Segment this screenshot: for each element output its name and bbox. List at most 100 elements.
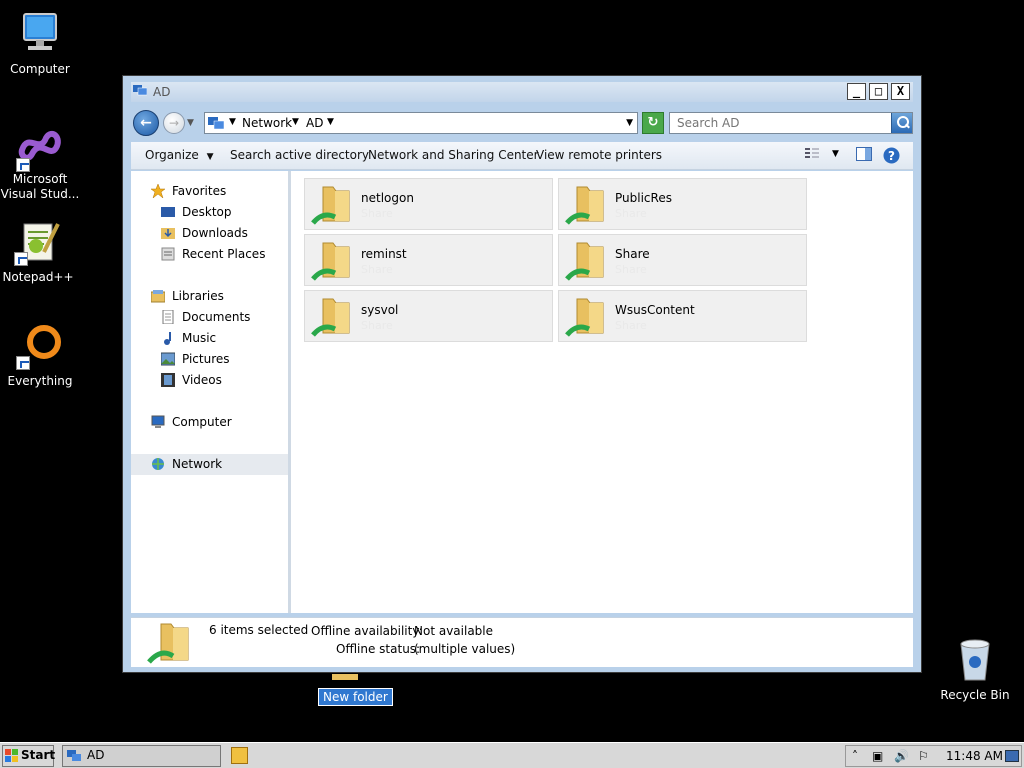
offline-status-label: Offline status: — [336, 642, 421, 656]
chevron-down-icon[interactable]: ▼ — [292, 117, 299, 127]
shared-folder-icon — [565, 295, 609, 339]
title-bar[interactable]: AD _ □ X — [131, 82, 913, 102]
command-bar: Organize ▼ Search active directory Netwo… — [131, 142, 913, 170]
taskbar-button-ad[interactable]: AD — [62, 745, 221, 767]
everything-icon — [16, 322, 64, 370]
show-hidden-icons-icon[interactable]: ˄ — [852, 749, 858, 763]
volume-muted-icon[interactable]: 🔊 — [894, 749, 909, 763]
back-button[interactable]: ← — [133, 110, 159, 136]
maximize-button[interactable]: □ — [869, 83, 888, 100]
desktop-icon-label: Computer — [10, 62, 70, 76]
help-icon[interactable]: ? — [883, 147, 900, 167]
item-type: Share — [615, 319, 647, 332]
address-bar[interactable]: ▼ Network ▼ AD ▼ ▼ — [204, 112, 638, 134]
rename-textbox[interactable]: New folder — [318, 688, 393, 706]
navigation-bar: ← → ▼ ▼ Network ▼ AD ▼ ▼ ↻ — [131, 109, 913, 137]
search-active-directory-button[interactable]: Search active directory — [230, 148, 369, 162]
nav-item-computer[interactable]: Computer — [131, 412, 288, 433]
item-name: netlogon — [361, 191, 414, 205]
nav-item-music[interactable]: Music — [131, 328, 288, 349]
nav-item-pictures[interactable]: Pictures — [131, 349, 288, 370]
nav-label: Recent Places — [182, 247, 266, 261]
desktop-icon-visual-studio[interactable]: Microsoft Visual Stud... — [0, 124, 80, 202]
nav-item-favorites[interactable]: Favorites — [131, 181, 288, 202]
item-type: Share — [615, 207, 647, 220]
network-icon — [67, 749, 81, 762]
views-icon[interactable] — [804, 147, 820, 164]
window-title: AD — [153, 85, 171, 99]
nav-item-documents[interactable]: Documents — [131, 307, 288, 328]
share-item[interactable]: reminst Share — [304, 234, 553, 286]
share-item[interactable]: Share Share — [558, 234, 807, 286]
desktop-icon-everything[interactable]: Everything — [0, 322, 80, 389]
windows-logo-icon — [5, 749, 19, 763]
breadcrumb-network[interactable]: Network — [242, 116, 292, 130]
start-button[interactable]: Start — [2, 745, 55, 767]
item-name: reminst — [361, 247, 407, 261]
refresh-button[interactable]: ↻ — [642, 112, 664, 134]
offline-availability-label: Offline availability: — [311, 624, 423, 638]
address-dropdown-icon[interactable]: ▼ — [626, 118, 633, 128]
view-remote-printers-button[interactable]: View remote printers — [536, 148, 662, 162]
shortcut-arrow-icon — [16, 356, 30, 370]
organize-label: Organize — [145, 148, 199, 162]
computer-icon — [151, 415, 165, 429]
desktop-icon-computer[interactable]: Computer — [0, 10, 80, 77]
nav-item-recent-places[interactable]: Recent Places — [131, 244, 288, 265]
share-item[interactable]: netlogon Share — [304, 178, 553, 230]
nav-label: Music — [182, 331, 217, 345]
task-label: AD — [87, 748, 105, 762]
close-button[interactable]: X — [891, 83, 910, 100]
media-player-icon[interactable] — [231, 747, 248, 764]
taskbar: Start AD ˄ ▣ 🔊 ⚐ 11:48 AM — [0, 742, 1024, 768]
music-icon — [161, 331, 175, 345]
nav-item-videos[interactable]: Videos — [131, 370, 288, 391]
nav-label: Videos — [182, 373, 222, 387]
network-status-icon[interactable]: ▣ — [872, 749, 883, 763]
share-item[interactable]: sysvol Share — [304, 290, 553, 342]
details-pane: 6 items selected Offline availability: N… — [131, 617, 913, 667]
network-icon — [133, 84, 148, 96]
search-icon[interactable] — [891, 113, 912, 133]
selection-count: 6 items selected — [209, 623, 309, 637]
computer-icon — [16, 10, 64, 58]
chevron-down-icon[interactable]: ▼ — [229, 117, 236, 127]
documents-icon — [161, 309, 175, 325]
network-icon — [208, 116, 225, 130]
svg-text:?: ? — [888, 149, 895, 163]
show-desktop-button[interactable] — [1005, 750, 1019, 762]
system-tray: ˄ ▣ 🔊 ⚐ 11:48 AM — [845, 745, 1022, 767]
pictures-icon — [160, 352, 176, 366]
shared-folder-icon — [311, 239, 355, 283]
action-center-flag-icon[interactable]: ⚐ — [918, 749, 929, 763]
desktop-icon-notepadpp[interactable]: Notepad++ — [0, 218, 78, 285]
share-item[interactable]: WsusContent Share — [558, 290, 807, 342]
item-type: Share — [361, 207, 393, 220]
visual-studio-icon — [16, 124, 64, 172]
nav-item-network[interactable]: Network — [131, 454, 288, 475]
nav-label: Desktop — [182, 205, 232, 219]
nav-item-libraries[interactable]: Libraries — [131, 286, 288, 307]
chevron-down-icon[interactable]: ▼ — [832, 149, 839, 159]
search-input[interactable] — [670, 113, 890, 133]
item-type: Share — [615, 263, 647, 276]
breadcrumb-ad[interactable]: AD — [306, 116, 323, 130]
nav-item-downloads[interactable]: Downloads — [131, 223, 288, 244]
organize-button[interactable]: Organize ▼ — [145, 148, 214, 162]
minimize-button[interactable]: _ — [847, 83, 866, 100]
network-sharing-center-button[interactable]: Network and Sharing Center — [368, 148, 539, 162]
history-dropdown-icon[interactable]: ▼ — [187, 118, 194, 128]
search-box[interactable] — [669, 112, 913, 134]
shared-folder-icon — [311, 183, 355, 227]
forward-button[interactable]: → — [163, 112, 185, 134]
libraries-icon — [150, 289, 166, 303]
clock[interactable]: 11:48 AM — [946, 749, 1003, 763]
desktop-icon-recycle-bin[interactable]: Recycle Bin — [935, 636, 1015, 703]
share-item[interactable]: PublicRes Share — [558, 178, 807, 230]
shared-folder-icon — [565, 239, 609, 283]
preview-pane-icon[interactable] — [856, 147, 872, 164]
nav-label: Downloads — [182, 226, 248, 240]
star-icon — [150, 183, 166, 199]
nav-item-desktop[interactable]: Desktop — [131, 202, 288, 223]
chevron-down-icon[interactable]: ▼ — [327, 117, 334, 127]
